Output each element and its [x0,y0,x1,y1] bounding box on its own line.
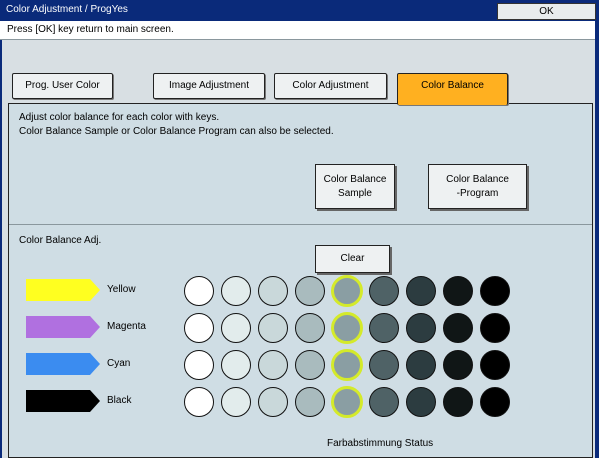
right-border [595,21,599,458]
balance-step-magenta-2[interactable] [221,313,251,343]
balance-step-magenta-7[interactable] [406,313,436,343]
section-divider [9,224,592,225]
tab-row: Prog. User Color Image Adjustment Color … [0,40,599,105]
screen-frame: Color Adjustment / ProgYes OK Press [OK]… [0,0,599,458]
color-label-yellow: Yellow [107,284,136,295]
balance-step-magenta-6[interactable] [369,313,399,343]
balance-step-black-3[interactable] [258,387,288,417]
balance-step-black-9[interactable] [480,387,510,417]
swatch-yellow [26,279,100,301]
balance-step-black-4[interactable] [295,387,325,417]
balance-step-cyan-6[interactable] [369,350,399,380]
balance-step-yellow-6[interactable] [369,276,399,306]
balance-step-yellow-9[interactable] [480,276,510,306]
tab-color-balance[interactable]: Color Balance [397,73,508,105]
color-label-cyan: Cyan [107,358,131,369]
balance-step-yellow-7[interactable] [406,276,436,306]
tab-image-adjustment[interactable]: Image Adjustment [153,73,265,99]
balance-step-yellow-8[interactable] [443,276,473,306]
window-title: Color Adjustment / ProgYes [6,4,128,15]
balance-step-black-5[interactable] [331,386,363,418]
color-balance-program-button[interactable]: Color Balance -Program [428,164,527,209]
sample-button-line1: Color Balance [323,174,387,185]
title-bar: Color Adjustment / ProgYes OK [0,0,599,21]
balance-step-cyan-1[interactable] [184,350,214,380]
balance-step-yellow-4[interactable] [295,276,325,306]
balance-step-magenta-3[interactable] [258,313,288,343]
balance-step-cyan-3[interactable] [258,350,288,380]
status-label: Farbabstimmung Status [327,438,434,449]
clear-button[interactable]: Clear [315,245,390,273]
balance-step-cyan-9[interactable] [480,350,510,380]
balance-step-cyan-5[interactable] [331,349,363,381]
balance-step-magenta-1[interactable] [184,313,214,343]
balance-step-black-7[interactable] [406,387,436,417]
balance-step-magenta-5[interactable] [331,312,363,344]
ok-button[interactable]: OK [497,3,596,20]
swatch-magenta [26,316,100,338]
balance-step-cyan-4[interactable] [295,350,325,380]
balance-step-black-2[interactable] [221,387,251,417]
balance-step-cyan-8[interactable] [443,350,473,380]
balance-step-yellow-2[interactable] [221,276,251,306]
main-panel: Adjust color balance for each color with… [8,103,593,458]
color-label-black: Black [107,395,132,406]
balance-step-cyan-2[interactable] [221,350,251,380]
message-bar: Press [OK] key return to main screen. [0,21,599,40]
tab-color-adjustment[interactable]: Color Adjustment [274,73,387,99]
tab-prog-user-color[interactable]: Prog. User Color [12,73,113,99]
balance-step-magenta-4[interactable] [295,313,325,343]
program-button-line2: -Program [456,188,499,199]
section-label: Color Balance Adj. [19,235,102,246]
balance-step-yellow-1[interactable] [184,276,214,306]
balance-step-yellow-3[interactable] [258,276,288,306]
balance-step-black-8[interactable] [443,387,473,417]
balance-step-yellow-5[interactable] [331,275,363,307]
balance-step-magenta-8[interactable] [443,313,473,343]
message-text: Press [OK] key return to main screen. [7,24,174,35]
balance-step-black-1[interactable] [184,387,214,417]
left-border [0,40,2,458]
instruction-line-2: Color Balance Sample or Color Balance Pr… [19,126,334,137]
balance-step-cyan-7[interactable] [406,350,436,380]
swatch-cyan [26,353,100,375]
color-balance-sample-button[interactable]: Color Balance Sample [315,164,395,209]
balance-step-magenta-9[interactable] [480,313,510,343]
sample-button-line2: Sample [338,188,372,199]
color-label-magenta: Magenta [107,321,146,332]
balance-step-black-6[interactable] [369,387,399,417]
program-button-line1: Color Balance [446,174,509,185]
swatch-black [26,390,100,412]
instruction-line-1: Adjust color balance for each color with… [19,112,220,123]
